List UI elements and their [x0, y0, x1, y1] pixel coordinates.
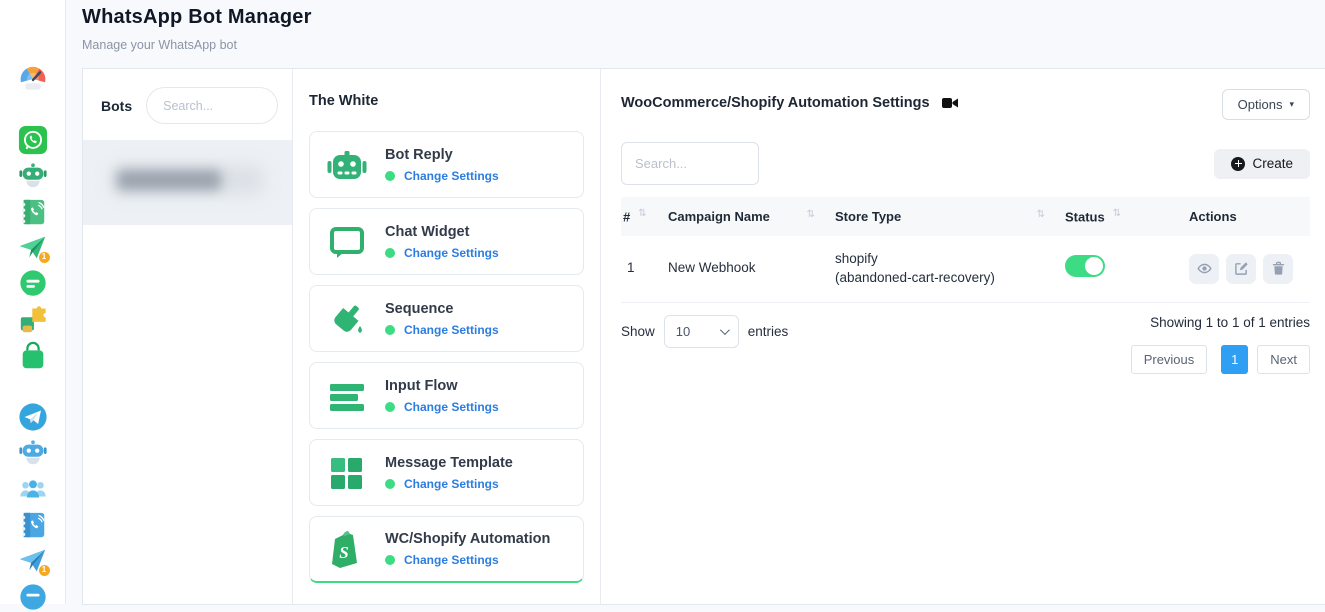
bots-search-input[interactable]	[146, 87, 278, 124]
change-settings-link[interactable]: Change Settings	[404, 400, 499, 414]
telegram-members-icon[interactable]	[18, 474, 48, 504]
bots-column: Bots	[83, 69, 293, 604]
column-header-actions: Actions	[1183, 197, 1310, 236]
bot-features-column: The White Bot Reply Change Settings	[293, 69, 601, 604]
sort-icon[interactable]: ⇅	[1037, 209, 1045, 220]
status-dot	[385, 248, 395, 258]
sort-icon[interactable]: ⇅	[807, 209, 815, 220]
app-icon-rail: 1	[0, 0, 66, 604]
page-1-button[interactable]: 1	[1221, 345, 1248, 374]
campaign-count-badge: 1	[38, 564, 51, 577]
showing-entries-text: Showing 1 to 1 of 1 entries	[1131, 315, 1310, 330]
input-flow-icon	[324, 373, 370, 419]
status-dot	[385, 171, 395, 181]
feature-card-bot-reply[interactable]: Bot Reply Change Settings	[309, 131, 584, 198]
whatsapp-contacts-icon[interactable]	[18, 197, 48, 227]
campaigns-table: #⇅ Campaign Name⇅ Store Type⇅ Status⇅ Ac…	[621, 197, 1310, 303]
whatsapp-icon[interactable]	[18, 125, 48, 155]
feature-card-chat-widget[interactable]: Chat Widget Change Settings	[309, 208, 584, 275]
sequence-icon	[324, 296, 370, 342]
sort-icon[interactable]: ⇅	[638, 208, 646, 219]
main-panel: Bots The White Bot Reply	[82, 68, 1325, 605]
feature-card-title: Sequence	[385, 301, 499, 317]
page-title: WhatsApp Bot Manager	[82, 6, 312, 29]
change-settings-link[interactable]: Change Settings	[404, 169, 499, 183]
sort-icon[interactable]: ⇅	[1113, 208, 1121, 219]
telegram-campaign-icon[interactable]: 1	[18, 546, 48, 576]
show-label: Show	[621, 324, 655, 339]
table-row: 1 New Webhook shopify (abandoned-cart-re…	[621, 236, 1310, 302]
shopify-icon: S	[324, 526, 370, 572]
column-header-store-type[interactable]: Store Type⇅	[829, 197, 1059, 236]
feature-card-message-template[interactable]: Message Template Change Settings	[309, 439, 584, 506]
status-dot	[385, 555, 395, 565]
feature-card-title: Message Template	[385, 455, 513, 471]
whatsapp-chat-icon[interactable]	[18, 269, 48, 299]
status-dot	[385, 479, 395, 489]
campaign-count-badge: 1	[38, 251, 51, 264]
entries-label: entries	[748, 324, 789, 339]
trash-icon	[1271, 261, 1286, 276]
options-button[interactable]: Options ▾	[1222, 89, 1310, 120]
edit-button[interactable]	[1226, 254, 1256, 284]
row-campaign-name: New Webhook	[662, 236, 829, 302]
feature-card-title: Input Flow	[385, 378, 499, 394]
change-settings-link[interactable]: Change Settings	[404, 323, 499, 337]
page-subtitle: Manage your WhatsApp bot	[82, 38, 312, 52]
whatsapp-bot-icon[interactable]	[18, 161, 48, 191]
column-header-status[interactable]: Status⇅	[1059, 197, 1183, 236]
feature-card-wc-shopify-automation[interactable]: S WC/Shopify Automation Change Settings	[309, 516, 584, 583]
status-dot	[385, 325, 395, 335]
feature-card-title: WC/Shopify Automation	[385, 531, 550, 547]
page-size-select[interactable]: 10	[664, 315, 739, 348]
chevron-down-icon	[720, 325, 730, 335]
status-toggle[interactable]	[1065, 255, 1105, 277]
column-header-index[interactable]: #⇅	[621, 197, 662, 236]
next-page-button[interactable]: Next	[1257, 345, 1310, 374]
feature-card-input-flow[interactable]: Input Flow Change Settings	[309, 362, 584, 429]
automation-settings-column: WooCommerce/Shopify Automation Settings …	[601, 69, 1325, 604]
change-settings-link[interactable]: Change Settings	[404, 246, 499, 260]
telegram-icon[interactable]	[18, 402, 48, 432]
pagination: Previous 1 Next	[1131, 345, 1310, 374]
column-header-campaign-name[interactable]: Campaign Name⇅	[662, 197, 829, 236]
bot-name-title: The White	[309, 93, 584, 109]
whatsapp-integration-icon[interactable]	[18, 305, 48, 335]
bot-name-blurred	[117, 170, 221, 190]
bots-label: Bots	[101, 98, 132, 114]
delete-button[interactable]	[1263, 254, 1293, 284]
whatsapp-campaign-icon[interactable]: 1	[18, 233, 48, 263]
message-template-icon	[324, 450, 370, 496]
change-settings-link[interactable]: Change Settings	[404, 553, 499, 567]
bot-list-item-selected[interactable]	[83, 140, 292, 225]
row-index: 1	[621, 236, 662, 302]
whatsapp-shop-icon[interactable]	[18, 341, 48, 371]
status-dot	[385, 402, 395, 412]
automation-title: WooCommerce/Shopify Automation Settings	[621, 95, 930, 111]
telegram-bot-icon[interactable]	[18, 438, 48, 468]
feature-card-sequence[interactable]: Sequence Change Settings	[309, 285, 584, 352]
plus-circle-icon	[1231, 157, 1245, 171]
row-store-type: shopify (abandoned-cart-recovery)	[829, 236, 1059, 302]
telegram-chat-icon[interactable]	[18, 582, 48, 612]
chat-widget-icon	[324, 219, 370, 265]
telegram-contacts-icon[interactable]	[18, 510, 48, 540]
change-settings-link[interactable]: Change Settings	[404, 477, 499, 491]
bot-reply-icon	[324, 142, 370, 188]
feature-card-title: Bot Reply	[385, 147, 499, 163]
eye-icon	[1197, 261, 1212, 276]
svg-text:S: S	[339, 543, 348, 562]
dashboard-gauge-icon[interactable]	[18, 64, 48, 94]
page-header: WhatsApp Bot Manager Manage your WhatsAp…	[82, 6, 312, 52]
create-button[interactable]: Create	[1214, 149, 1310, 179]
edit-icon	[1234, 261, 1249, 276]
view-button[interactable]	[1189, 254, 1219, 284]
feature-card-title: Chat Widget	[385, 224, 499, 240]
automation-search-input[interactable]	[621, 142, 759, 185]
video-tutorial-icon[interactable]	[942, 96, 959, 110]
chevron-down-icon: ▾	[1289, 99, 1294, 110]
previous-page-button[interactable]: Previous	[1131, 345, 1208, 374]
